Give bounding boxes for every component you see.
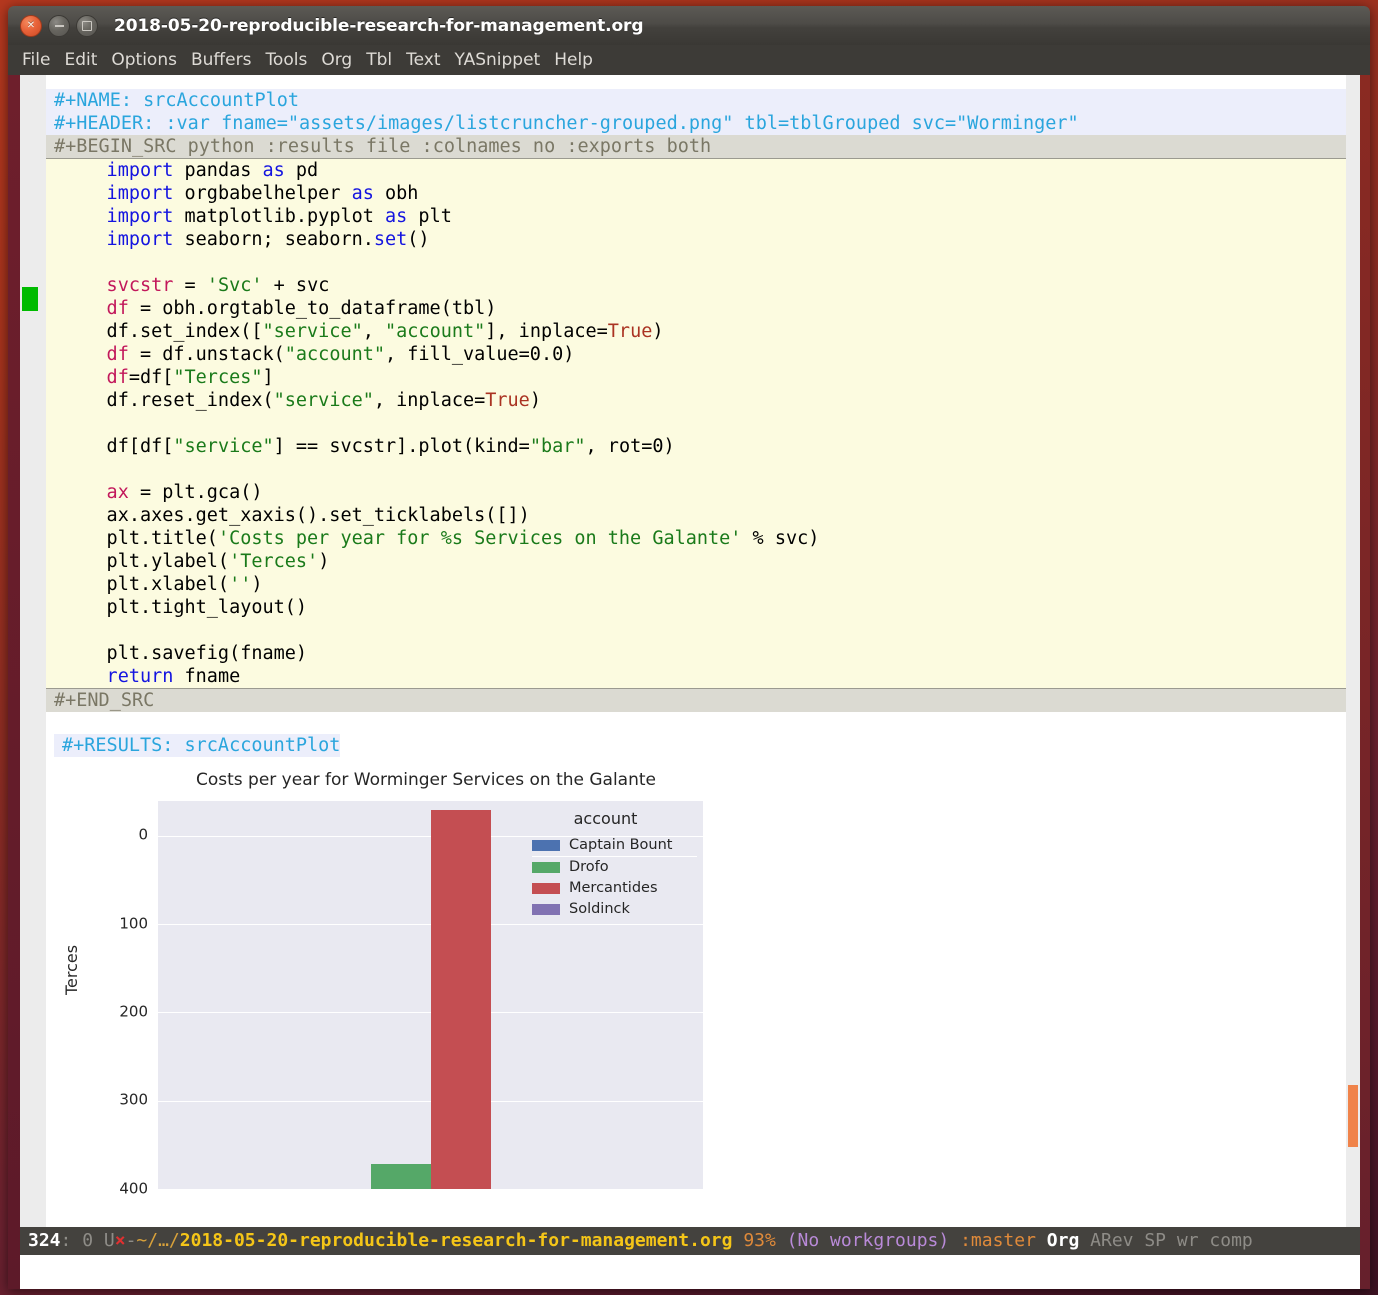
ytick-label: 400 (119, 1179, 148, 1198)
window-right-edge (1360, 75, 1370, 1289)
menu-item-tools[interactable]: Tools (265, 50, 307, 70)
org-name-line: #+NAME: srcAccountPlot (46, 89, 1346, 112)
code-line: df=df["Terces"] (62, 367, 274, 388)
code-line: ax.axes.get_xaxis().set_ticklabels([]) (62, 505, 530, 526)
menu-item-buffers[interactable]: Buffers (191, 50, 251, 70)
menu-item-text[interactable]: Text (406, 50, 440, 70)
modeline-minor-mode: SP (1144, 1230, 1167, 1251)
minimize-button[interactable] (48, 14, 70, 37)
modeline-eol: - (125, 1230, 137, 1251)
mode-line: 324: 0 U×-~/…/2018-05-20-reproducible-re… (20, 1227, 1360, 1255)
cursor-marker (22, 287, 38, 311)
legend-row: Soldinck (532, 899, 697, 920)
modeline-coding: U (103, 1230, 115, 1251)
ytick-label: 0 (138, 825, 148, 844)
org-end-src: #+END_SRC (46, 688, 1346, 712)
modeline-workgroups: (No workgroups) (786, 1230, 950, 1251)
legend-label: Mercantides (569, 880, 658, 897)
emacs-frame: #+NAME: srcAccountPlot #+HEADER: :var fn… (8, 75, 1370, 1289)
legend-row: Mercantides (532, 878, 697, 899)
menu-item-options[interactable]: Options (111, 50, 177, 70)
chart-plot-area: account Captain Bount Drofo Mercantides … (158, 801, 703, 1189)
code-line: df.set_index(["service", "account"], inp… (62, 321, 664, 342)
chart-title: Costs per year for Worminger Services on… (195, 770, 656, 790)
menu-item-edit[interactable]: Edit (64, 50, 97, 70)
code-line: plt.tight_layout() (62, 597, 308, 618)
window-title: 2018-05-20-reproducible-research-for-man… (114, 15, 644, 36)
modeline-minor-mode: wr (1176, 1230, 1199, 1251)
maximize-button[interactable] (76, 14, 98, 37)
scrollbar-thumb[interactable] (1348, 1085, 1358, 1147)
window-left-edge (8, 75, 20, 1289)
legend-swatch-soldinck (532, 904, 560, 916)
buffer-text-area[interactable]: #+NAME: srcAccountPlot #+HEADER: :var fn… (46, 75, 1346, 1289)
code-line: plt.title('Costs per year for %s Service… (62, 528, 820, 549)
chart-legend: account Captain Bount Drofo Mercantides … (532, 807, 697, 920)
emacs-window: ✕ 2018-05-20-reproducible-research-for-m… (8, 6, 1370, 1289)
code-line: plt.savefig(fname) (62, 643, 308, 664)
code-line: return fname (62, 666, 241, 687)
legend-label: Captain Bount (569, 837, 673, 853)
org-begin-src: #+BEGIN_SRC python :results file :colnam… (46, 135, 1346, 159)
legend-label: Drofo (569, 859, 609, 876)
vertical-scrollbar[interactable] (1346, 75, 1360, 1289)
code-line: import matplotlib.pyplot as plt (62, 206, 452, 227)
result-chart: Costs per year for Worminger Services on… (62, 769, 786, 1229)
modeline-path-prefix: ~/…/ (136, 1230, 180, 1251)
legend-swatch-drofo (532, 862, 560, 874)
left-fringe (20, 75, 46, 1289)
ytick-label: 300 (119, 1090, 148, 1109)
code-line: df[df["service"] == svcstr].plot(kind="b… (62, 436, 675, 457)
modeline-branch: :master (960, 1230, 1036, 1251)
legend-swatch-mercantides (532, 883, 560, 895)
window-titlebar: ✕ 2018-05-20-reproducible-research-for-m… (8, 6, 1370, 45)
modeline-minor-mode: comp (1209, 1230, 1253, 1251)
code-line: import pandas as pd (62, 160, 319, 181)
code-line: plt.ylabel('Terces') (62, 551, 330, 572)
menu-item-yasnippet[interactable]: YASnippet (455, 50, 541, 70)
org-header-line: #+HEADER: :var fname="assets/images/list… (46, 112, 1346, 135)
menu-item-org[interactable]: Org (321, 50, 352, 70)
modeline-major-mode: Org (1046, 1230, 1080, 1251)
echo-area (20, 1255, 1360, 1289)
modeline-minor-mode: ARev (1090, 1230, 1134, 1251)
bar-drofo (371, 1164, 431, 1189)
legend-row: Captain Bount (532, 835, 697, 856)
modeline-modified: × (114, 1230, 126, 1251)
legend-title: account (573, 809, 638, 828)
code-line: ax = plt.gca() (62, 482, 263, 503)
menu-item-tbl[interactable]: Tbl (366, 50, 392, 70)
code-line: df = obh.orgtable_to_dataframe(tbl) (62, 298, 497, 319)
modeline-column: 0 (82, 1230, 94, 1251)
org-results-line: #+RESULTS: srcAccountPlot (54, 734, 341, 757)
legend-label: Soldinck (569, 901, 630, 918)
legend-swatch-captain-bount (532, 840, 560, 851)
code-line: import orgbabelhelper as obh (62, 183, 419, 204)
modeline-line-number: 324 (28, 1230, 61, 1251)
close-button[interactable]: ✕ (20, 14, 42, 37)
code-line: df = df.unstack("account", fill_value=0.… (62, 344, 575, 365)
menu-item-help[interactable]: Help (554, 50, 593, 70)
modeline-percent: 93% (743, 1230, 776, 1251)
code-line: import seaborn; seaborn.set() (62, 229, 430, 250)
source-block[interactable]: import pandas as pd import orgbabelhelpe… (46, 159, 1346, 688)
menu-bar: File Edit Options Buffers Tools Org Tbl … (8, 45, 1370, 75)
modeline-filename: 2018-05-20-reproducible-research-for-man… (179, 1230, 733, 1251)
bar-mercantides (431, 810, 491, 1189)
code-line: df.reset_index("service", inplace=True) (62, 390, 541, 411)
legend-row: Drofo (532, 857, 697, 878)
menu-item-file[interactable]: File (22, 50, 50, 70)
code-line: svcstr = 'Svc' + svc (62, 275, 330, 296)
code-line: plt.xlabel('') (62, 574, 263, 595)
desktop-background: ✕ 2018-05-20-reproducible-research-for-m… (0, 0, 1378, 1295)
ytick-label: 200 (119, 1002, 148, 1021)
ytick-label: 100 (119, 914, 148, 933)
chart-ylabel: Terces (62, 944, 81, 995)
modeline-colon: : (60, 1230, 72, 1251)
